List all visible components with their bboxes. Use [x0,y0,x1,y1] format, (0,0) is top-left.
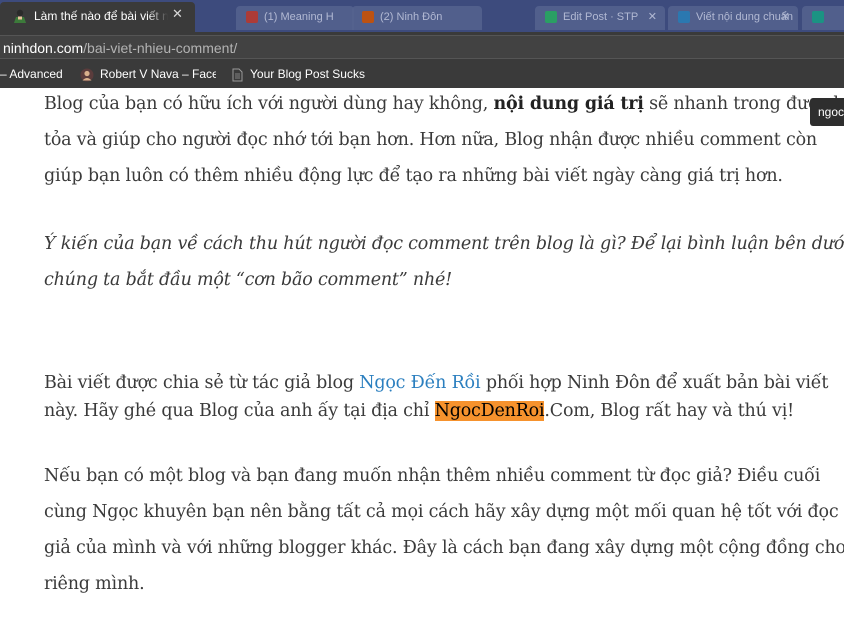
text-line: giúp bạn luôn có thêm nhiều động lực để … [44,166,783,186]
text-line: cùng Ngọc khuyên bạn nên bằng tất cả mọi… [44,502,839,522]
text: phối hợp Ninh Đôn để xuất bản bài viết [480,373,829,393]
generic-icon [812,11,824,23]
bold-text: nội dung giá trị [493,94,644,114]
article-content: Blog của bạn có hữu ích với người dùng h… [0,88,844,618]
bookmarks-bar: – Advanced Robert V Nava – Facebook Your… [0,62,844,89]
background-tab[interactable]: Edit Post · STP ✕ [535,6,665,30]
close-tab-icon[interactable]: ✕ [172,7,183,22]
background-tab[interactable] [802,6,844,30]
tooltip: ngoc [810,98,844,126]
paragraph: Nếu bạn có một blog và bạn đang muốn nhậ… [44,458,844,602]
highlighted-text: NgocDenRoi [434,401,545,421]
text-line: Bài viết được chia sẻ từ tác giả blog Ng… [44,369,844,397]
avatar-icon [14,9,26,23]
address-bar[interactable]: ninhdon.com/bai-viet-nhieu-comment/ [0,35,844,59]
background-tab-title: Edit Post · STP [563,11,639,23]
background-tab[interactable]: (2) Ninh Đôn [352,6,482,30]
url-path: /bai-viet-nhieu-comment/ [83,40,238,56]
generic-icon [545,11,557,23]
bookmark-item[interactable]: Robert V Nava – Facebook [100,67,216,81]
generic-icon [678,11,690,23]
generic-icon [362,11,374,23]
bookmark-item[interactable]: Your Blog Post Sucks [250,67,365,81]
background-tab-title: (1) Meaning H [264,11,334,23]
author-blog-link[interactable]: Ngọc Đến Rồi [359,373,480,393]
paragraph: Blog của bạn có hữu ích với người dùng h… [44,88,844,194]
paragraph: Bài viết được chia sẻ từ tác giả blog Ng… [44,369,844,425]
tab-strip: Làm thế nào để bài viết nhận được nhiều … [0,0,844,32]
italic-paragraph: Ý kiến của bạn về cách thu hút người đọc… [44,226,844,298]
close-tab-icon[interactable]: ✕ [648,10,657,23]
background-tab[interactable]: (1) Meaning H [236,6,354,30]
avatar-icon [80,68,94,82]
background-tab-title: (2) Ninh Đôn [380,11,443,23]
toolbar: ninhdon.com/bai-viet-nhieu-comment/ [0,32,844,62]
text-line: Ý kiến của bạn về cách thu hút người đọc… [44,234,844,254]
bookmark-item[interactable]: – Advanced [0,67,66,81]
url-text[interactable]: ninhdon.com/bai-viet-nhieu-comment/ [3,40,237,56]
text-line: Blog của bạn có hữu ích với người dùng h… [44,88,844,122]
text-line: giả của mình và với những blogger khác. … [44,538,844,558]
generic-icon [246,11,258,23]
text: này. Hãy ghé qua Blog của anh ấy tại địa… [44,401,435,421]
text: Blog của bạn có hữu ích với người dùng h… [44,94,494,114]
background-tab[interactable]: Viết nội dung chuẩn ✕ [668,6,798,30]
text-line: này. Hãy ghé qua Blog của anh ấy tại địa… [44,397,844,425]
text-line: Nếu bạn có một blog và bạn đang muốn nhậ… [44,466,821,486]
doc-icon [232,68,243,82]
text: Bài viết được chia sẻ từ tác giả blog [44,373,360,393]
close-tab-icon[interactable]: ✕ [781,10,790,23]
text-line: chúng ta bắt đầu một “cơn bão comment” n… [44,270,452,290]
text-line: riêng mình. [44,574,145,594]
active-tab-title: Làm thế nào để bài viết nhận được nhiều … [34,9,168,23]
active-tab[interactable]: Làm thế nào để bài viết nhận được nhiều … [0,2,195,32]
text: .Com, Blog rất hay và thú vị! [544,401,794,421]
text-line: tỏa và giúp cho người đọc nhớ tới bạn hơ… [44,130,817,150]
url-domain: ninhdon.com [3,40,84,56]
background-tab-title: Viết nội dung chuẩn [696,11,794,23]
